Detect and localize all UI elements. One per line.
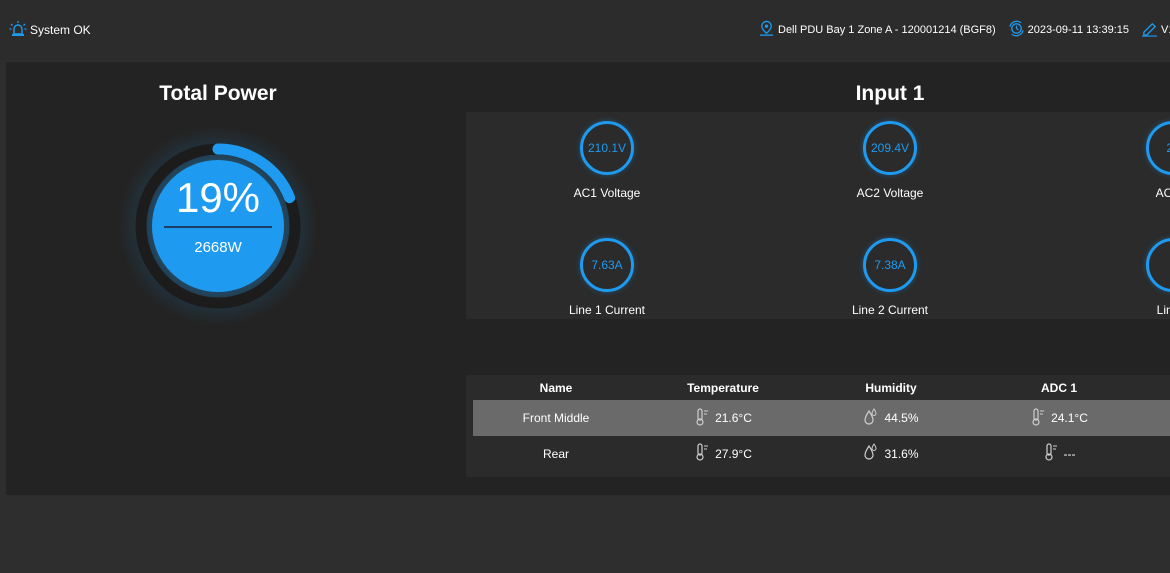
total-power-gauge: 19% 2668W bbox=[118, 126, 318, 326]
column-header-temperature[interactable]: Temperature bbox=[639, 375, 807, 400]
device-info[interactable]: Dell PDU Bay 1 Zone A - 120001214 (BGF8) bbox=[758, 20, 996, 40]
sensor-adc1: --- bbox=[975, 436, 1143, 471]
device-text: Dell PDU Bay 1 Zone A - 120001214 (BGF8) bbox=[778, 24, 996, 36]
gauge-percent: 19% bbox=[175, 174, 261, 221]
humidity-drop-icon bbox=[863, 407, 884, 429]
table-row[interactable]: Front Middle 21.6°C 44.5% 24.1°C bbox=[473, 400, 1170, 436]
table-row[interactable]: Rear 27.9°C 31.6% --- bbox=[473, 436, 1170, 471]
humidity-value: 44.5% bbox=[884, 411, 919, 425]
sensor-humidity: 44.5% bbox=[807, 400, 975, 436]
metric-label: AC3 V bbox=[1155, 186, 1170, 200]
input-title: Input 1 bbox=[855, 82, 925, 105]
table-header: Name Temperature Humidity ADC 1 bbox=[473, 375, 1170, 400]
metric-ring: 21 bbox=[1146, 121, 1170, 175]
gauge-watts: 2668W bbox=[194, 239, 242, 256]
sensor-temperature: 27.9°C bbox=[639, 436, 807, 471]
metric-line2-current[interactable]: 7.38A Line 2 Current bbox=[820, 238, 960, 317]
total-power-title: Total Power bbox=[159, 82, 277, 105]
metric-label: AC1 Voltage bbox=[573, 186, 641, 200]
metric-line3-current[interactable]: 7 Line 3 bbox=[1103, 238, 1170, 317]
version-info[interactable]: V1.07 bbox=[1141, 20, 1170, 40]
metric-ring: 7.38A bbox=[863, 238, 917, 292]
metric-ac3-voltage[interactable]: 21 AC3 V bbox=[1103, 121, 1170, 200]
column-header-humidity[interactable]: Humidity bbox=[807, 375, 975, 400]
column-header-name[interactable]: Name bbox=[473, 375, 639, 400]
thermometer-icon bbox=[1043, 443, 1064, 464]
datetime-text: 2023-09-11 13:39:15 bbox=[1027, 24, 1129, 36]
thermometer-icon bbox=[694, 443, 715, 464]
thermometer-icon bbox=[1030, 407, 1051, 429]
metric-ac1-voltage[interactable]: 210.1V AC1 Voltage bbox=[537, 121, 677, 200]
sensor-adc1: 24.1°C bbox=[975, 400, 1143, 436]
metric-line1-current[interactable]: 7.63A Line 1 Current bbox=[537, 238, 677, 317]
gauge-divider bbox=[164, 226, 272, 228]
sensor-temperature: 21.6°C bbox=[639, 400, 807, 436]
clock-sync-icon bbox=[1008, 20, 1025, 40]
metric-ring: 7 bbox=[1146, 238, 1170, 292]
temperature-value: 21.6°C bbox=[715, 411, 752, 425]
thermometer-icon bbox=[694, 407, 715, 429]
location-pin-icon bbox=[758, 20, 775, 40]
datetime-info[interactable]: 2023-09-11 13:39:15 bbox=[1008, 20, 1129, 40]
footer-area bbox=[6, 495, 1170, 573]
system-status[interactable]: System OK bbox=[9, 20, 91, 40]
alarm-light-icon bbox=[9, 20, 27, 41]
humidity-value: 31.6% bbox=[884, 446, 919, 461]
metric-label: Line 3 bbox=[1156, 303, 1170, 317]
top-right-info: Dell PDU Bay 1 Zone A - 120001214 (BGF8)… bbox=[758, 20, 1170, 40]
metric-label: Line 1 Current bbox=[568, 303, 646, 317]
metric-ring: 209.4V bbox=[863, 121, 917, 175]
humidity-drop-icon bbox=[863, 443, 884, 464]
sensor-name: Rear bbox=[542, 446, 569, 461]
metric-ring: 210.1V bbox=[580, 121, 634, 175]
adc1-value: 24.1°C bbox=[1051, 411, 1088, 425]
status-text: System OK bbox=[30, 23, 91, 37]
temperature-value: 27.9°C bbox=[715, 446, 752, 461]
sensor-humidity: 31.6% bbox=[807, 436, 975, 471]
dashboard-panel: Total Power Input 1 19% 2668W 210.1V AC1… bbox=[6, 62, 1170, 495]
adc1-value: --- bbox=[1063, 446, 1076, 461]
edit-icon bbox=[1141, 20, 1158, 40]
input-metrics-panel: 210.1V AC1 Voltage 209.4V AC2 Voltage 21… bbox=[466, 112, 1170, 319]
metric-label: Line 2 Current bbox=[851, 303, 929, 317]
version-text: V1.07 bbox=[1161, 24, 1170, 36]
sensor-name: Front Middle bbox=[522, 411, 590, 425]
metric-ac2-voltage[interactable]: 209.4V AC2 Voltage bbox=[820, 121, 960, 200]
metric-ring: 7.63A bbox=[580, 238, 634, 292]
column-header-adc1[interactable]: ADC 1 bbox=[975, 375, 1143, 400]
metric-label: AC2 Voltage bbox=[856, 186, 924, 200]
top-bar: System OK Dell PDU Bay 1 Zone A - 120001… bbox=[0, 0, 1170, 60]
sensor-table: Name Temperature Humidity ADC 1 Front Mi… bbox=[466, 375, 1170, 477]
